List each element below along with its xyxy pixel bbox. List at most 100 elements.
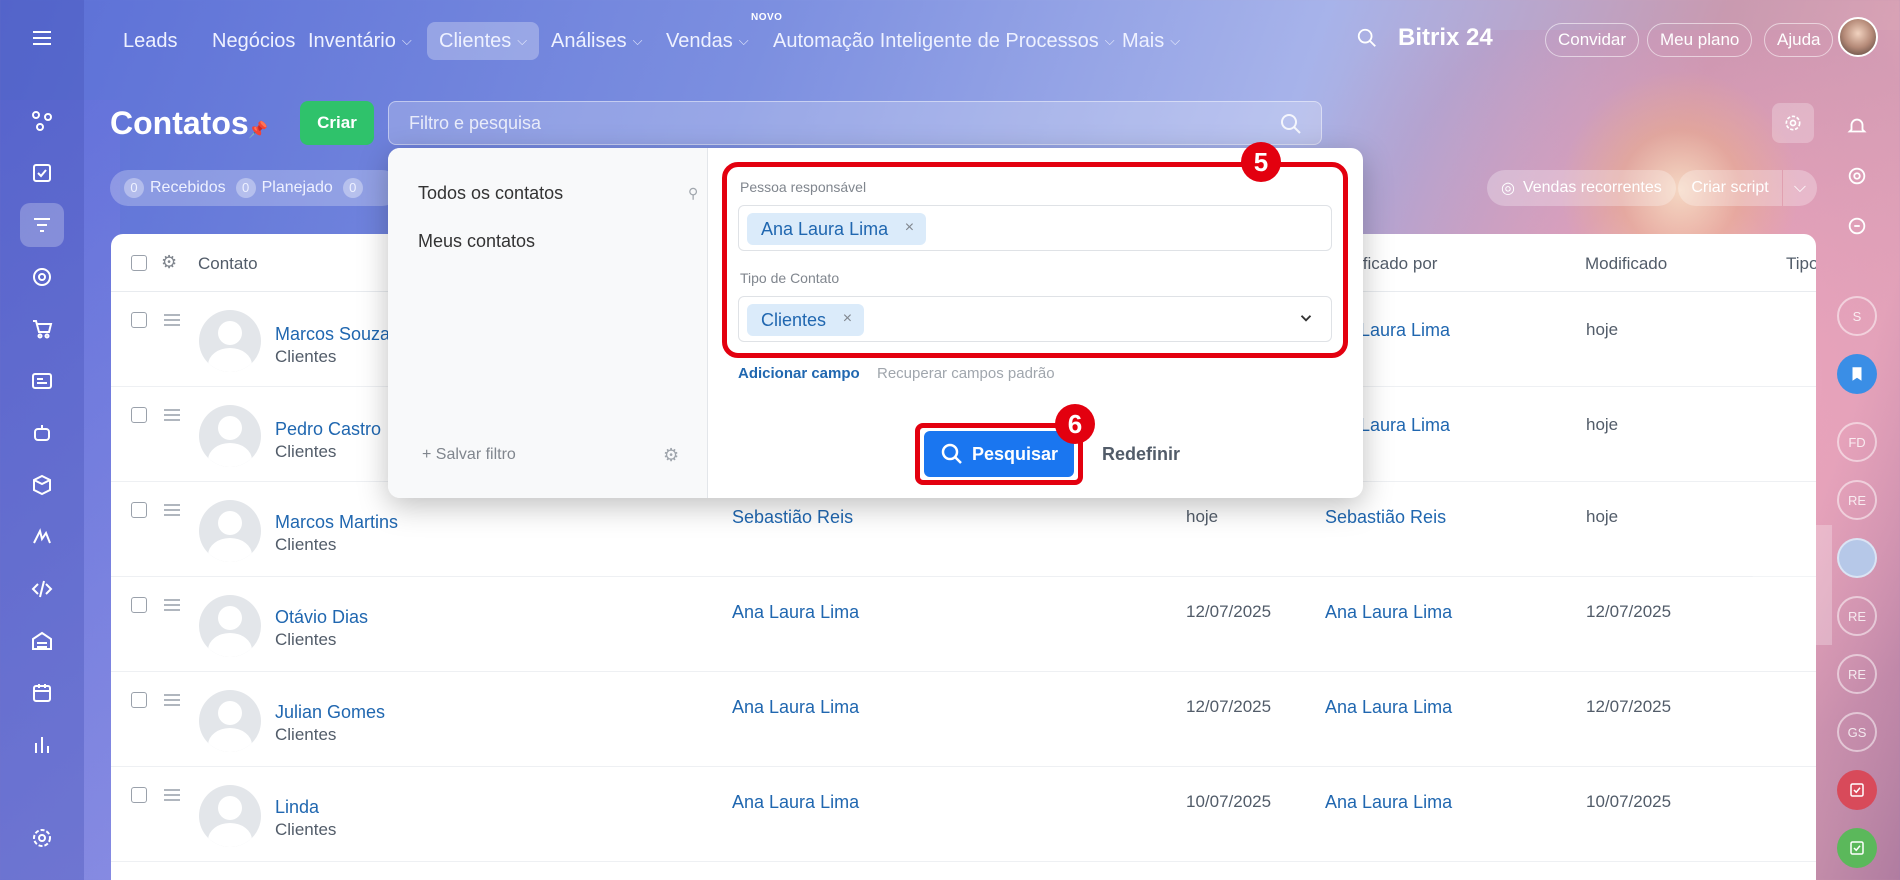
flow-icon[interactable] bbox=[20, 99, 64, 143]
nav-mais[interactable]: Mais ⌵ bbox=[1110, 22, 1192, 60]
contact-name[interactable]: Otávio Dias bbox=[275, 607, 368, 628]
row-checkbox[interactable] bbox=[131, 502, 147, 518]
counter-third[interactable]: 0 bbox=[342, 178, 369, 198]
nav-analises[interactable]: Análises ⌵ bbox=[539, 22, 654, 60]
bookmark-icon[interactable] bbox=[1837, 354, 1877, 394]
user-avatar[interactable] bbox=[1838, 17, 1878, 57]
nav-negocios[interactable]: Negócios bbox=[200, 22, 307, 60]
contact-avatar[interactable]: RE bbox=[1837, 480, 1877, 520]
analytics-icon[interactable] bbox=[20, 723, 64, 767]
copilot-icon[interactable] bbox=[1837, 156, 1877, 196]
contact-name[interactable]: Marcos Souza bbox=[275, 324, 390, 345]
nav-inventario[interactable]: Inventário ⌵ bbox=[296, 22, 424, 60]
checklist-icon[interactable] bbox=[1837, 770, 1877, 810]
cart-icon[interactable] bbox=[20, 307, 64, 351]
warehouse-icon[interactable] bbox=[20, 619, 64, 663]
modified-by[interactable]: Ana Laura Lima bbox=[1325, 697, 1452, 718]
header-modificado-por[interactable]: ificado por bbox=[1359, 254, 1437, 274]
counter-value: 0 bbox=[235, 178, 256, 198]
contact-avatar[interactable]: RE bbox=[1837, 596, 1877, 636]
contact-avatar[interactable]: S bbox=[1837, 296, 1877, 336]
drag-handle-icon[interactable] bbox=[164, 694, 180, 706]
crm-icon[interactable] bbox=[20, 203, 64, 247]
bell-icon[interactable] bbox=[1837, 106, 1877, 146]
contact-avatar bbox=[199, 690, 261, 752]
drag-handle-icon[interactable] bbox=[164, 504, 180, 516]
contact-name[interactable]: Pedro Castro bbox=[275, 419, 381, 440]
responsible[interactable]: Ana Laura Lima bbox=[732, 697, 859, 718]
menu-icon[interactable] bbox=[20, 16, 64, 60]
contact-avatar[interactable]: GS bbox=[1837, 712, 1877, 752]
header-tipo[interactable]: Tipo bbox=[1786, 254, 1816, 274]
header-contato[interactable]: Contato bbox=[198, 254, 258, 274]
modified-by[interactable]: Sebastião Reis bbox=[1325, 507, 1446, 528]
nav-vendas[interactable]: Vendas ⌵ bbox=[654, 22, 761, 60]
drag-handle-icon[interactable] bbox=[164, 599, 180, 611]
select-all-checkbox[interactable] bbox=[131, 255, 147, 271]
nav-leads-label: Leads bbox=[123, 29, 178, 52]
column-settings-icon[interactable]: ⚙ bbox=[161, 252, 177, 273]
drag-handle-icon[interactable] bbox=[164, 314, 180, 326]
convidar-button[interactable]: Convidar bbox=[1545, 23, 1640, 57]
row-checkbox[interactable] bbox=[131, 407, 147, 423]
row-checkbox[interactable] bbox=[131, 692, 147, 708]
counter-recebidos[interactable]: 0 Recebidos bbox=[124, 178, 226, 198]
modified-by[interactable]: Ana Laura Lima bbox=[1325, 602, 1452, 623]
contact-name[interactable]: Marcos Martins bbox=[275, 512, 398, 533]
bot-icon[interactable] bbox=[20, 411, 64, 455]
tasks-icon[interactable] bbox=[20, 151, 64, 195]
settings-icon[interactable] bbox=[20, 816, 64, 860]
modified-by[interactable]: Laura Lima bbox=[1360, 320, 1450, 341]
modified-by[interactable]: Ana Laura Lima bbox=[1325, 792, 1452, 813]
ajuda-button[interactable]: Ajuda bbox=[1764, 23, 1834, 57]
criar-script-button[interactable]: Criar script bbox=[1678, 170, 1782, 206]
meu-plano-button[interactable]: Meu plano bbox=[1647, 23, 1753, 57]
chat-icon[interactable] bbox=[1837, 206, 1877, 246]
responsible[interactable]: Sebastião Reis bbox=[732, 507, 853, 528]
contact-avatar[interactable]: FD bbox=[1837, 422, 1877, 462]
counter-planejado[interactable]: 0 Planejado bbox=[235, 178, 333, 198]
responsible[interactable]: Ana Laura Lima bbox=[732, 792, 859, 813]
created-date: 12/07/2025 bbox=[1186, 602, 1272, 621]
pin-icon[interactable]: ⚲ bbox=[688, 185, 698, 202]
row-checkbox[interactable] bbox=[131, 787, 147, 803]
code-icon[interactable] bbox=[20, 567, 64, 611]
gear-icon[interactable]: ⚙ bbox=[663, 445, 679, 466]
row-checkbox[interactable] bbox=[131, 597, 147, 613]
drag-handle-icon[interactable] bbox=[164, 789, 180, 801]
robot-avatar[interactable] bbox=[1837, 538, 1877, 578]
contact-type: Clientes bbox=[275, 535, 337, 554]
recuperar-campos-link[interactable]: Recuperar campos padrão bbox=[877, 365, 1055, 382]
vendas-recorrentes-button[interactable]: ◎ Vendas recorrentes bbox=[1487, 170, 1676, 206]
criar-button[interactable]: Criar bbox=[300, 101, 374, 145]
row-checkbox[interactable] bbox=[131, 312, 147, 328]
preset-meus-contatos[interactable]: Meus contatos bbox=[418, 231, 535, 252]
responsible[interactable]: Ana Laura Lima bbox=[732, 602, 859, 623]
plus-icon: + bbox=[422, 446, 436, 463]
search-icon[interactable] bbox=[1279, 112, 1303, 141]
salvar-filtro-link[interactable]: + Salvar filtro bbox=[422, 446, 516, 464]
nav-clientes[interactable]: Clientes ⌵ bbox=[427, 22, 540, 60]
drag-handle-icon[interactable] bbox=[164, 409, 180, 421]
pin-icon[interactable]: 📌 bbox=[248, 120, 268, 140]
filter-search-input[interactable]: Filtro e pesquisa bbox=[388, 101, 1322, 145]
redefinir-button[interactable]: Redefinir bbox=[1102, 444, 1180, 465]
preset-todos-contatos[interactable]: Todos os contatos bbox=[418, 183, 563, 204]
header-modificado[interactable]: Modificado bbox=[1585, 254, 1667, 274]
nav-leads[interactable]: Leads bbox=[111, 22, 190, 60]
list-settings-button[interactable] bbox=[1772, 103, 1814, 143]
modified-by[interactable]: Laura Lima bbox=[1360, 415, 1450, 436]
nav-automacao[interactable]: Automação Inteligente de Processos ⌵ bbox=[761, 22, 1127, 60]
search-icon[interactable] bbox=[1356, 27, 1378, 54]
contact-name[interactable]: Linda bbox=[275, 797, 319, 818]
box-icon[interactable] bbox=[20, 463, 64, 507]
signature-icon[interactable] bbox=[20, 515, 64, 559]
task-done-icon[interactable] bbox=[1837, 828, 1877, 868]
contact-avatar[interactable]: RE bbox=[1837, 654, 1877, 694]
sites-icon[interactable] bbox=[20, 359, 64, 403]
target-icon[interactable] bbox=[20, 255, 64, 299]
adicionar-campo-link[interactable]: Adicionar campo bbox=[738, 365, 860, 382]
brand-logo[interactable]: Bitrix 24 bbox=[1398, 24, 1493, 52]
contact-name[interactable]: Julian Gomes bbox=[275, 702, 385, 723]
calendar-icon[interactable] bbox=[20, 671, 64, 715]
